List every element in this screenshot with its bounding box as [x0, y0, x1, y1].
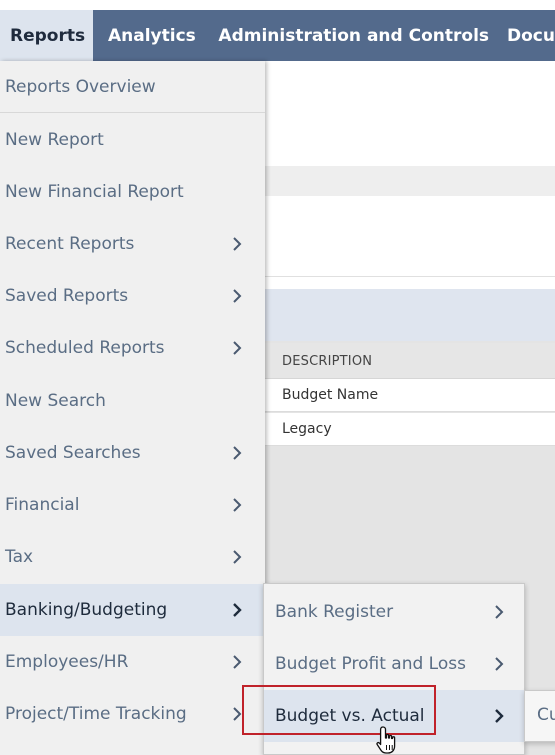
- submenu-item-partial[interactable]: Cu: [537, 705, 555, 725]
- chevron-right-icon: [233, 498, 242, 512]
- chevron-right-icon: [233, 237, 242, 251]
- chevron-right-icon: [233, 707, 242, 721]
- table-header: DESCRIPTION: [265, 343, 555, 379]
- menu-item-label: Recent Reports: [5, 234, 135, 254]
- menu-item-saved-searches[interactable]: Saved Searches: [0, 427, 265, 479]
- menu-item-recent-reports[interactable]: Recent Reports: [0, 218, 265, 270]
- menu-item-label: New Financial Report: [5, 182, 184, 202]
- table-cell: Legacy: [282, 421, 332, 437]
- menu-item-new-financial-report[interactable]: New Financial Report: [0, 166, 265, 218]
- submenu-item-budget-profit-and-loss[interactable]: Budget Profit and Loss: [264, 638, 524, 690]
- chevron-right-icon: [495, 605, 504, 619]
- reports-dropdown-menu: Reports Overview New Report New Financia…: [0, 61, 265, 755]
- nav-bar: Reports Analytics Administration and Con…: [0, 10, 555, 61]
- section-stripe: [265, 166, 555, 196]
- tab-administration-and-controls[interactable]: Administration and Controls: [202, 10, 489, 61]
- menu-item-tax[interactable]: Tax: [0, 531, 265, 583]
- budget-vs-actual-submenu: Cu: [524, 690, 555, 742]
- menu-item-label: Reports Overview: [5, 76, 156, 97]
- menu-item-label: New Search: [5, 391, 106, 411]
- table-cell: Budget Name: [282, 387, 379, 403]
- table-row[interactable]: Legacy: [265, 413, 555, 446]
- menu-item-label: Project/Time Tracking: [5, 704, 187, 724]
- divider: [265, 276, 555, 277]
- menu-item-banking-budgeting[interactable]: Banking/Budgeting: [0, 584, 265, 636]
- menu-item-label: Tax: [5, 547, 34, 567]
- menu-item-label: Banking/Budgeting: [5, 600, 168, 620]
- menu-item-new-report[interactable]: New Report: [0, 114, 265, 166]
- chevron-right-icon: [233, 655, 242, 669]
- column-header-description: DESCRIPTION: [282, 354, 373, 369]
- chevron-right-icon: [233, 446, 242, 460]
- menu-item-label: New Report: [5, 130, 104, 150]
- chevron-right-icon: [495, 657, 504, 671]
- menu-item-reports-overview[interactable]: Reports Overview: [0, 61, 265, 113]
- tab-documents[interactable]: Docu: [489, 10, 555, 61]
- menu-item-new-search[interactable]: New Search: [0, 375, 265, 427]
- chevron-right-icon: [495, 709, 504, 723]
- chevron-right-icon: [233, 550, 242, 564]
- menu-item-label: Bank Register: [275, 602, 394, 622]
- tab-reports[interactable]: Reports: [0, 10, 93, 61]
- menu-item-label: Budget vs. Actual: [275, 706, 425, 726]
- submenu-item-bank-register[interactable]: Bank Register: [264, 586, 524, 638]
- menu-item-financial[interactable]: Financial: [0, 479, 265, 531]
- menu-item-label: Saved Reports: [5, 286, 129, 306]
- menu-item-scheduled-reports[interactable]: Scheduled Reports: [0, 322, 265, 374]
- menu-item-saved-reports[interactable]: Saved Reports: [0, 270, 265, 322]
- menu-item-employees-hr[interactable]: Employees/HR: [0, 636, 265, 688]
- menu-item-label: Budget Profit and Loss: [275, 654, 466, 674]
- menu-item-label: Saved Searches: [5, 443, 141, 463]
- section-header-band: [265, 289, 555, 341]
- chevron-right-icon: [233, 341, 242, 355]
- hand-pointer-icon: [376, 726, 396, 754]
- chevron-right-icon: [233, 603, 242, 617]
- top-navigation: Reports Analytics Administration and Con…: [0, 0, 555, 61]
- menu-item-label: Financial: [5, 495, 80, 515]
- tab-analytics[interactable]: Analytics: [93, 10, 202, 61]
- chevron-right-icon: [233, 289, 242, 303]
- menu-item-label: Scheduled Reports: [5, 338, 165, 358]
- table-row[interactable]: Budget Name: [265, 379, 555, 412]
- menu-item-project-time-tracking[interactable]: Project/Time Tracking: [0, 688, 265, 740]
- menu-item-label: Employees/HR: [5, 652, 129, 672]
